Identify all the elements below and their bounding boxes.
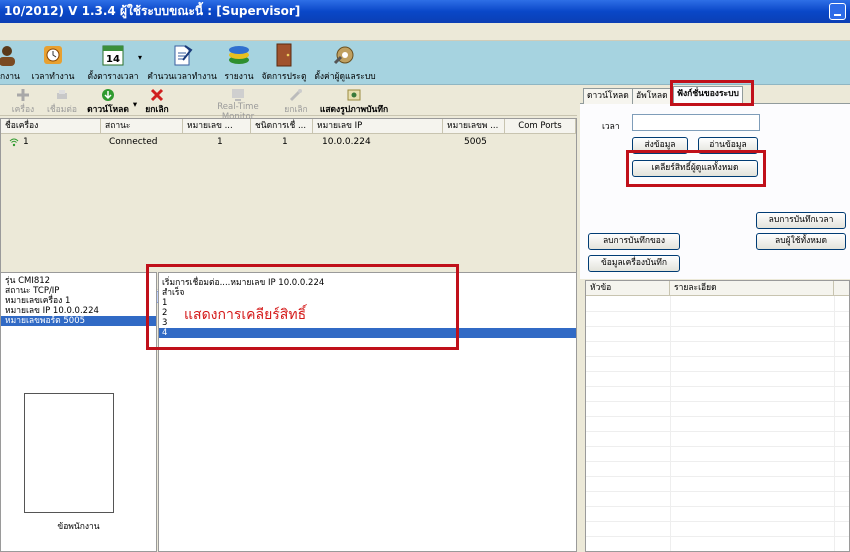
ribbon-employee[interactable]: นักงาน — [0, 43, 22, 85]
table-row[interactable]: 1 Connected 1 1 10.0.0.224 5005 — [1, 135, 576, 149]
calculate-icon — [174, 45, 193, 66]
tab-upload[interactable]: อัพโหลด — [632, 88, 672, 104]
col-topic[interactable]: หัวข้อ — [586, 281, 670, 296]
time-input[interactable] — [632, 114, 760, 131]
col-conn-type[interactable]: ชนิดการเชื่ ... — [251, 119, 313, 134]
cell-machine-no: 1 — [217, 137, 223, 147]
device-detail-header: หัวข้อ รายละเอียด — [586, 281, 849, 296]
connect-button[interactable]: เครื่อง — [8, 88, 38, 116]
device-info-panel: รุ่น CMI812 สถานะ TCP/IP หมายเลขเครื่อง … — [0, 272, 157, 552]
cell-status: Connected — [109, 137, 158, 147]
col-device-name[interactable]: ชื่อเครื่อง — [1, 119, 101, 134]
cancel-button[interactable]: ยกเลิก — [142, 88, 172, 116]
wifi-icon — [9, 138, 19, 147]
annotation-text: แสดงการเคลียร์สิทธิ์ — [184, 307, 307, 323]
time-label: เวลา — [602, 122, 620, 132]
realtime-monitor-button[interactable]: Real-Time Monitor — [200, 88, 276, 122]
employee-photo — [24, 393, 114, 513]
main-ribbon: นักงาน เวลาทำงาน 14 ตั้งตารางเวลา ▾ คำนว… — [0, 41, 850, 85]
highlight-frame-clear-button — [626, 150, 766, 187]
ribbon-door-manage[interactable]: จัดการประตู — [259, 43, 309, 85]
show-photo-button[interactable]: แสดงรูปภาพบันทึก — [316, 88, 392, 116]
device-detail-list: หัวข้อ รายละเอียด — [585, 280, 850, 552]
close-icon — [150, 88, 164, 102]
cell-ip: 10.0.0.224 — [322, 137, 371, 147]
ribbon-report[interactable]: รายงาน — [222, 43, 256, 85]
info-model: รุ่น CMI812 — [5, 276, 51, 286]
col-detail[interactable]: รายละเอียด — [670, 281, 834, 296]
window-title: 10/2012) V 1.3.4 ผู้ใช้ระบบขณะนี้ : [Sup… — [4, 4, 301, 18]
highlight-frame-tab — [670, 80, 754, 106]
col-machine-no[interactable]: หมายเลข ... — [183, 119, 251, 134]
info-port: หมายเลขพอร์ต 5005 — [1, 316, 156, 326]
calendar-icon: 14 — [102, 45, 124, 66]
cancel2-button[interactable]: ยกเลิก — [281, 88, 311, 116]
svg-text:14: 14 — [106, 54, 120, 65]
cell-device-name: 1 — [23, 137, 29, 147]
monitor-icon — [232, 89, 244, 101]
tab-download[interactable]: ดาวน์โหลด — [583, 88, 633, 104]
door-icon — [276, 43, 292, 67]
info-status: สถานะ TCP/IP — [5, 286, 60, 296]
photo-icon — [347, 89, 361, 101]
disconnect-button[interactable]: เชื่อมต่อ — [44, 88, 80, 116]
cell-conn-type: 1 — [282, 137, 288, 147]
device-grid-header: ชื่อเครื่อง สถานะ หมายเลข ... ชนิดการเชื… — [1, 119, 576, 134]
system-functions-panel: เวลา ส่งข้อมูล อ่านข้อมูล เคลียร์สิทธิ์ผ… — [580, 104, 850, 279]
delete-all-users-button[interactable]: ลบผู้ใช้ทั้งหมด — [756, 233, 846, 250]
clock-icon — [44, 46, 62, 64]
ribbon-work-time[interactable]: เวลาทำงาน — [28, 43, 78, 85]
schedule-dropdown-arrow[interactable]: ▾ — [135, 43, 145, 85]
delete-time-records-button[interactable]: ลบการบันทึกเวลา — [756, 212, 846, 229]
device-toolbar: เครื่อง เชื่อมต่อ ดาวน์โหลด ▾ ยกเลิก Rea… — [0, 86, 577, 122]
download-button[interactable]: ดาวน์โหลด — [85, 88, 131, 116]
info-ip: หมายเลข IP 10.0.0.224 — [5, 306, 99, 316]
ribbon-schedule[interactable]: 14 ตั้งตารางเวลา — [84, 43, 142, 85]
cell-port: 5005 — [464, 137, 487, 147]
download-icon — [102, 89, 114, 101]
col-port[interactable]: หมายเลขพ ... — [443, 119, 505, 134]
chart-icon — [229, 46, 249, 64]
col-com-ports[interactable]: Com Ports — [505, 119, 576, 134]
printer-icon — [57, 90, 67, 99]
employee-photo-label: ข้อพนักงาน — [57, 522, 100, 532]
minimize-button[interactable] — [829, 3, 846, 20]
col-status[interactable]: สถานะ — [101, 119, 183, 134]
device-info-button[interactable]: ข้อมูลเครื่องบันทึก — [588, 255, 680, 272]
ribbon-admin-settings[interactable]: ตั้งค่าผู้ดูแลระบบ — [312, 43, 378, 85]
window-title-bar: 10/2012) V 1.3.4 ผู้ใช้ระบบขณะนี้ : [Sup… — [0, 0, 850, 23]
download-dropdown[interactable]: ▾ — [130, 88, 140, 116]
menu-bar — [0, 23, 850, 41]
admin-settings-icon — [333, 46, 354, 65]
ribbon-calculate[interactable]: คำนวนเวลาทำงาน — [146, 43, 218, 85]
delete-records-button[interactable]: ลบการบันทึกของ — [588, 233, 680, 250]
tools-icon — [289, 89, 302, 102]
plus-icon — [17, 89, 29, 101]
info-machine-no: หมายเลขเครื่อง 1 — [5, 296, 71, 306]
col-ip[interactable]: หมายเลข IP — [313, 119, 443, 134]
user-icon — [0, 46, 15, 66]
